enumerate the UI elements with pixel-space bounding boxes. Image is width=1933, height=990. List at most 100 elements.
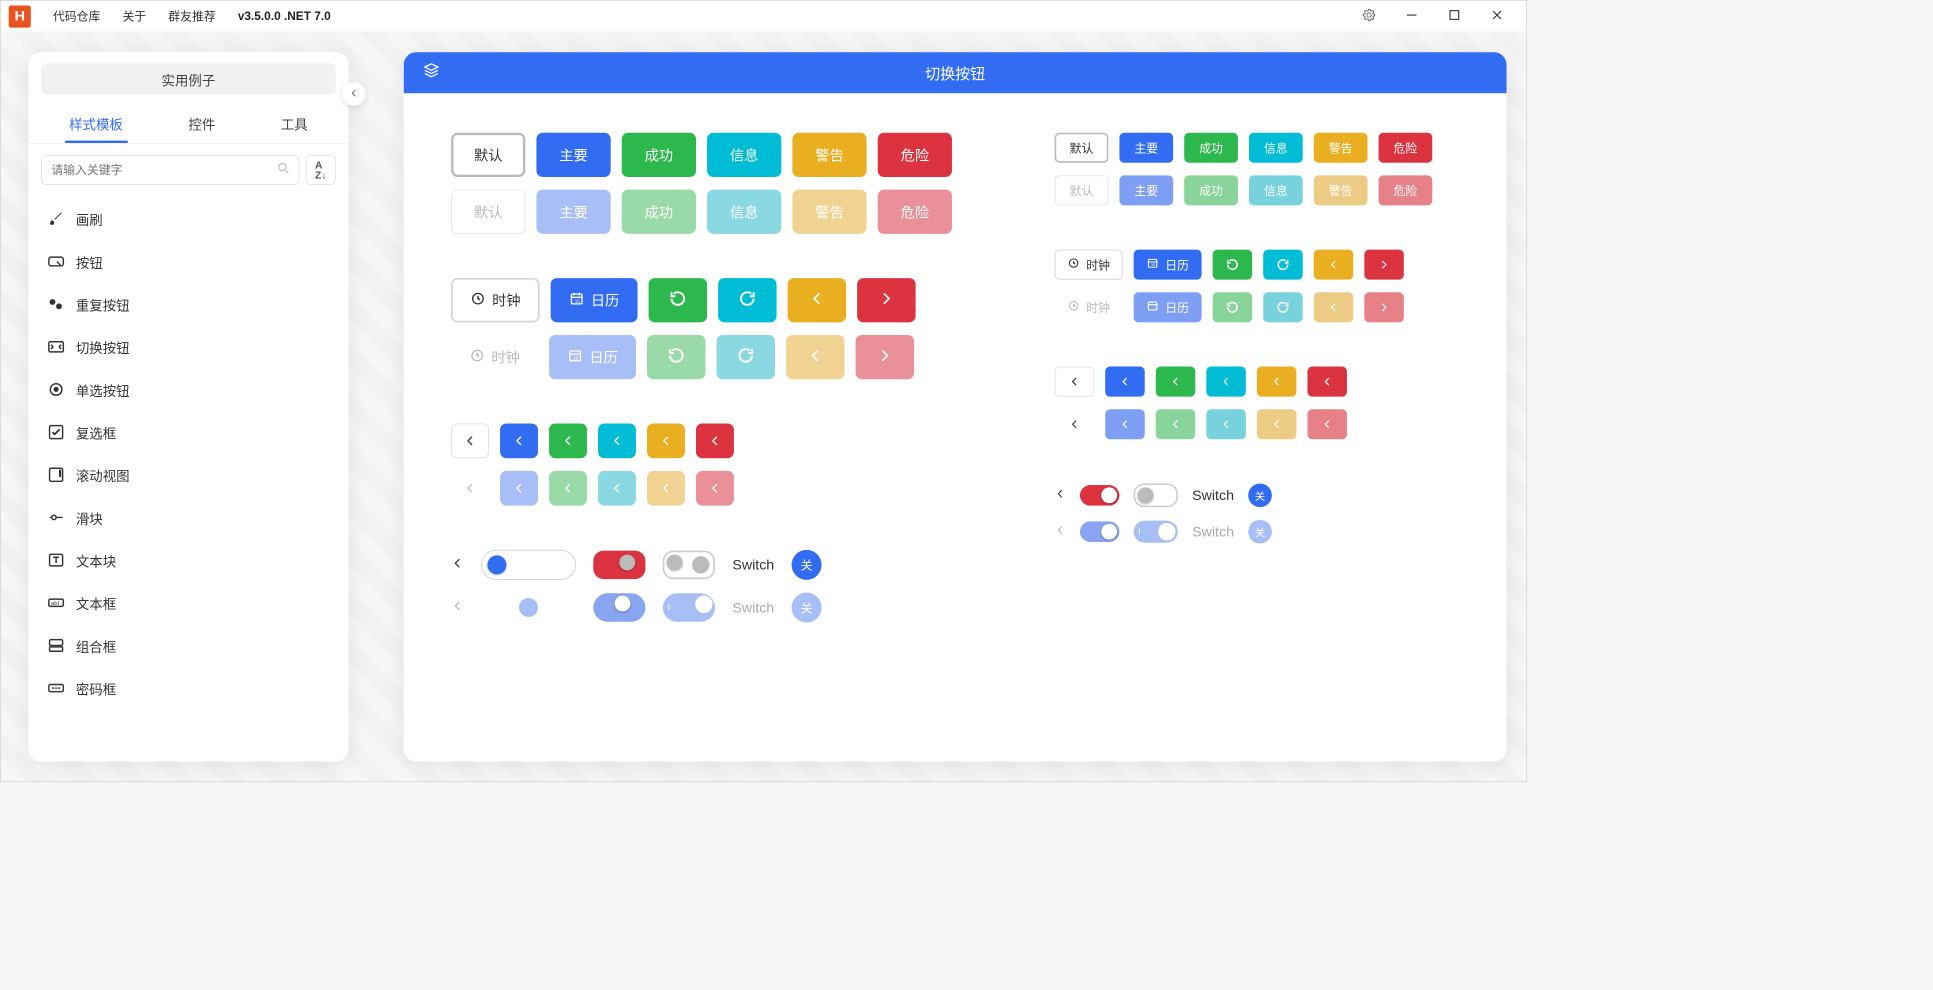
maximize-button[interactable]	[1433, 0, 1476, 32]
nav-item-checkbox[interactable]: 复选框	[28, 411, 348, 454]
nav-item-combobox[interactable]: 组合框	[28, 624, 348, 667]
nav-item-radio-button[interactable]: 单选按钮	[28, 368, 348, 411]
settings-button[interactable]	[1348, 0, 1391, 32]
toggle-sm-default-light[interactable]: 默认	[1055, 175, 1109, 205]
toggle-default-light[interactable]: 默认	[451, 190, 525, 234]
nav-item-textbox[interactable]: abI 文本框	[28, 581, 348, 624]
chevron-sm-danger-light[interactable]	[1307, 409, 1347, 439]
chevron-primary[interactable]	[500, 423, 538, 458]
chevron-sm-info[interactable]	[1206, 367, 1246, 397]
chevron-danger[interactable]	[696, 423, 734, 458]
close-button[interactable]	[1476, 0, 1519, 32]
toggle-sm-primary-light[interactable]: 主要	[1119, 175, 1173, 205]
chevron-sm-success-light[interactable]	[1156, 409, 1196, 439]
toggle-primary-light[interactable]: 主要	[536, 190, 610, 234]
toggle-sm-clock[interactable]: 时钟	[1055, 250, 1123, 280]
menu-about[interactable]: 关于	[122, 8, 146, 25]
nav-item-password[interactable]: 密码框	[28, 667, 348, 710]
chevron-info-light[interactable]	[598, 471, 636, 506]
toggle-calendar[interactable]: 15 日历	[551, 278, 638, 322]
chevron-default-light[interactable]	[451, 471, 489, 506]
chevron-success[interactable]	[549, 423, 587, 458]
chevron-sm-warning[interactable]	[1257, 367, 1297, 397]
toggle-sm-success-light[interactable]: 成功	[1184, 175, 1238, 205]
toggle-next-light[interactable]	[856, 335, 914, 379]
switch-red-on[interactable]	[593, 551, 645, 579]
chevron-sm-primary-light[interactable]	[1105, 409, 1145, 439]
toggle-clock[interactable]: 时钟	[451, 278, 539, 322]
switch-sm-labeled-on[interactable]: I	[1134, 521, 1178, 543]
toggle-sm-next[interactable]	[1364, 250, 1404, 280]
chevron-sm-success[interactable]	[1156, 367, 1196, 397]
toggle-clock-light[interactable]: 时钟	[451, 335, 538, 379]
chevron-warning[interactable]	[647, 423, 685, 458]
search-input[interactable]	[50, 162, 277, 177]
toggle-refresh-ccw[interactable]	[649, 278, 707, 322]
chevron-sm-default-light[interactable]	[1055, 409, 1095, 439]
nav-item-button[interactable]: 按钮	[28, 240, 348, 283]
toggle-sm-info[interactable]: 信息	[1249, 133, 1303, 163]
switch-wide-blue[interactable]	[481, 550, 576, 580]
switch-sm-lightblue-on[interactable]	[1080, 521, 1120, 542]
minimize-button[interactable]	[1390, 0, 1433, 32]
nav-item-textblock[interactable]: 文本块	[28, 539, 348, 582]
toggle-sm-info-light[interactable]: 信息	[1249, 175, 1303, 205]
toggle-info-light[interactable]: 信息	[707, 190, 781, 234]
toggle-sm-default[interactable]: 默认	[1055, 133, 1109, 163]
switch-labeled-on[interactable]: I	[663, 593, 715, 621]
toggle-primary[interactable]: 主要	[536, 133, 610, 177]
chevron-success-light[interactable]	[549, 471, 587, 506]
toggle-sm-danger[interactable]: 危险	[1379, 133, 1433, 163]
chevron-sm-info-light[interactable]	[1206, 409, 1246, 439]
menu-recommend[interactable]: 群友推荐	[168, 8, 215, 25]
toggle-danger-light[interactable]: 危险	[878, 190, 952, 234]
tab-tools[interactable]: 工具	[276, 107, 312, 143]
toggle-sm-success[interactable]: 成功	[1184, 133, 1238, 163]
tab-controls[interactable]: 控件	[184, 107, 220, 143]
chevron-danger-light[interactable]	[696, 471, 734, 506]
switch-sm-round-off[interactable]: 关	[1248, 483, 1272, 507]
toggle-sm-primary[interactable]: 主要	[1119, 133, 1173, 163]
toggle-sm-prev[interactable]	[1314, 250, 1354, 280]
chevron-default[interactable]	[451, 423, 489, 458]
toggle-refresh-cw[interactable]	[718, 278, 776, 322]
switch-sm-red-on[interactable]	[1080, 485, 1120, 506]
toggle-refresh-ccw-light[interactable]	[647, 335, 705, 379]
toggle-sm-next-light[interactable]	[1364, 292, 1404, 322]
switch-bordered-off[interactable]	[663, 551, 715, 579]
toggle-sm-warning-light[interactable]: 警告	[1314, 175, 1368, 205]
chevron-warning-light[interactable]	[647, 471, 685, 506]
chevron-sm-danger[interactable]	[1307, 367, 1347, 397]
toggle-warning[interactable]: 警告	[792, 133, 866, 177]
chevron-sm-warning-light[interactable]	[1257, 409, 1297, 439]
switch-sm-round-off-disabled[interactable]: 关	[1248, 520, 1272, 544]
toggle-default[interactable]: 默认	[451, 133, 525, 177]
toggle-refresh-cw-light[interactable]	[717, 335, 775, 379]
toggle-sm-calendar-light[interactable]: 日历	[1134, 292, 1202, 322]
toggle-sm-prev-light[interactable]	[1314, 292, 1354, 322]
toggle-sm-clock-light[interactable]: 时钟	[1055, 292, 1123, 322]
toggle-sm-refresh-cw-light[interactable]	[1263, 292, 1303, 322]
search-input-wrapper[interactable]	[41, 155, 299, 185]
toggle-success-light[interactable]: 成功	[622, 190, 696, 234]
toggle-warning-light[interactable]: 警告	[792, 190, 866, 234]
toggle-success[interactable]: 成功	[622, 133, 696, 177]
switch-round-off[interactable]: 关	[792, 550, 822, 580]
nav-item-brush[interactable]: 画刷	[28, 198, 348, 241]
nav-item-toggle-button[interactable]: 切换按钮	[28, 325, 348, 368]
toggle-sm-warning[interactable]: 警告	[1314, 133, 1368, 163]
chevron-sm-primary[interactable]	[1105, 367, 1145, 397]
menu-code-repo[interactable]: 代码仓库	[53, 8, 100, 25]
chevron-sm-default[interactable]	[1055, 367, 1095, 397]
tab-style-template[interactable]: 样式模板	[64, 107, 127, 143]
toggle-sm-danger-light[interactable]: 危险	[1379, 175, 1433, 205]
nav-item-scrollviewer[interactable]: 滚动视图	[28, 453, 348, 496]
toggle-info[interactable]: 信息	[707, 133, 781, 177]
toggle-sm-refresh-ccw-light[interactable]	[1213, 292, 1253, 322]
toggle-sm-calendar[interactable]: 15 日历	[1134, 250, 1202, 280]
toggle-next[interactable]	[857, 278, 915, 322]
toggle-prev-light[interactable]	[786, 335, 844, 379]
switch-round-off-disabled[interactable]: 关	[792, 593, 822, 623]
sidebar-header-button[interactable]: 实用例子	[41, 63, 336, 95]
switch-sm-bordered-off[interactable]	[1134, 483, 1178, 507]
